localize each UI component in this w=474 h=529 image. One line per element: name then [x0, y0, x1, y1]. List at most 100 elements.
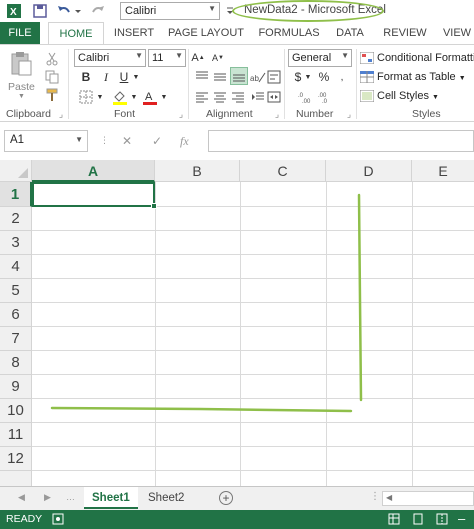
tab-review[interactable]: REVIEW: [380, 22, 430, 44]
chevron-down-icon[interactable]: ▼: [96, 89, 104, 105]
save-icon[interactable]: [32, 3, 48, 19]
row-header-8[interactable]: 8: [0, 351, 32, 375]
align-right-icon[interactable]: [230, 89, 246, 105]
orientation-icon[interactable]: ab: [250, 69, 266, 85]
fill-color-icon[interactable]: [112, 89, 128, 105]
select-all-button[interactable]: [0, 160, 32, 182]
underline-button[interactable]: U: [116, 69, 132, 85]
align-bottom-icon[interactable]: [230, 67, 248, 85]
insert-function-icon[interactable]: fx: [180, 134, 189, 149]
chevron-down-icon: ▼: [208, 4, 216, 13]
copy-icon[interactable]: [44, 69, 60, 85]
formula-bar-grip-icon: ⋮: [100, 135, 109, 145]
prev-sheet-icon[interactable]: ◀: [18, 492, 25, 503]
percent-button[interactable]: %: [316, 69, 332, 85]
shrink-font-icon[interactable]: A ▼: [210, 50, 226, 66]
tab-file[interactable]: FILE: [0, 22, 40, 44]
align-left-icon[interactable]: [194, 89, 210, 105]
row-header-4[interactable]: 4: [0, 255, 32, 279]
tab-insert[interactable]: INSERT: [110, 22, 158, 44]
dialog-launcher-icon[interactable]: ⌟: [56, 108, 66, 120]
cell-styles-button[interactable]: Cell Styles ▼: [360, 88, 439, 104]
redo-icon[interactable]: [90, 3, 106, 19]
grow-font-icon[interactable]: A ▲: [190, 50, 206, 66]
row-header-11[interactable]: 11: [0, 423, 32, 447]
tab-view[interactable]: VIEW: [440, 22, 474, 44]
column-header-e[interactable]: E: [412, 160, 474, 182]
tab-data[interactable]: DATA: [330, 22, 370, 44]
formula-bar: A1 ▼ ⋮ ✕ ✓ fx: [0, 122, 474, 160]
wrap-text-icon[interactable]: [266, 69, 282, 85]
row-header-6[interactable]: 6: [0, 303, 32, 327]
fill-handle[interactable]: [151, 203, 157, 209]
dialog-launcher-icon[interactable]: ⌟: [344, 108, 354, 120]
tab-home[interactable]: HOME: [48, 22, 104, 45]
increase-decimal-icon[interactable]: .0.00: [298, 89, 314, 105]
macro-record-icon[interactable]: [52, 513, 64, 525]
qat-font-box[interactable]: Calibri ▼: [120, 2, 220, 20]
decrease-decimal-icon[interactable]: .00.0: [318, 89, 334, 105]
conditional-formatting-button[interactable]: Conditional Formatting: [360, 50, 474, 66]
sheet-tab-sheet1[interactable]: Sheet1: [84, 487, 138, 509]
column-header-b[interactable]: B: [155, 160, 240, 182]
align-middle-icon[interactable]: [212, 69, 228, 85]
merge-center-icon[interactable]: [266, 89, 282, 105]
scroll-left-icon[interactable]: ◀: [386, 493, 392, 502]
add-sheet-icon[interactable]: +: [219, 491, 233, 505]
tab-page-layout[interactable]: PAGE LAYOUT: [166, 22, 246, 44]
tab-formulas[interactable]: FORMULAS: [254, 22, 324, 44]
page-break-view-icon[interactable]: [436, 513, 448, 525]
align-center-icon[interactable]: [212, 89, 228, 105]
font-name-box[interactable]: Calibri ▼: [74, 49, 146, 67]
tab-split-grip-icon[interactable]: ⋮: [370, 491, 380, 502]
chevron-down-icon[interactable]: ▼: [130, 89, 138, 105]
font-color-icon[interactable]: A: [142, 89, 158, 105]
column-header-c[interactable]: C: [240, 160, 326, 182]
chevron-down-icon[interactable]: ▼: [304, 69, 312, 85]
number-format-box[interactable]: General ▼: [288, 49, 352, 67]
cancel-icon[interactable]: ✕: [122, 134, 132, 148]
name-box[interactable]: A1 ▼: [4, 130, 88, 152]
group-divider: [188, 49, 189, 119]
horizontal-scrollbar[interactable]: ◀: [382, 491, 474, 506]
formula-input[interactable]: [208, 130, 474, 152]
row-header-5[interactable]: 5: [0, 279, 32, 303]
dialog-launcher-icon[interactable]: ⌟: [272, 108, 282, 120]
row-header-9[interactable]: 9: [0, 375, 32, 399]
chevron-down-icon[interactable]: ▼: [132, 69, 140, 85]
align-top-icon[interactable]: [194, 69, 210, 85]
comma-style-icon[interactable]: ,: [334, 69, 350, 85]
bold-button[interactable]: B: [78, 69, 94, 85]
more-sheets-icon[interactable]: …: [66, 492, 75, 502]
cut-icon[interactable]: [44, 51, 60, 67]
italic-button[interactable]: I: [98, 69, 114, 85]
sheet-tab-sheet2[interactable]: Sheet2: [140, 487, 192, 509]
row-header-10[interactable]: 10: [0, 399, 32, 423]
row-header-3[interactable]: 3: [0, 231, 32, 255]
undo-icon[interactable]: [56, 3, 72, 19]
active-cell-a1[interactable]: [32, 182, 155, 207]
row-header-13[interactable]: [0, 471, 32, 486]
normal-view-icon[interactable]: [388, 513, 400, 525]
borders-icon[interactable]: [78, 89, 94, 105]
indent-icon[interactable]: [250, 89, 266, 105]
font-size-box[interactable]: 11 ▼: [148, 49, 186, 67]
column-header-a[interactable]: A: [32, 160, 155, 182]
undo-dropdown-icon[interactable]: [74, 3, 82, 19]
format-painter-icon[interactable]: [44, 87, 60, 103]
next-sheet-icon[interactable]: ▶: [44, 492, 51, 503]
row-header-1[interactable]: 1: [0, 182, 32, 207]
dialog-launcher-icon[interactable]: ⌟: [176, 108, 186, 120]
format-as-table-button[interactable]: Format as Table ▼: [360, 69, 466, 85]
chevron-down-icon[interactable]: ▼: [160, 89, 168, 105]
row-header-7[interactable]: 7: [0, 327, 32, 351]
gridline: [32, 278, 474, 279]
page-layout-view-icon[interactable]: [412, 513, 424, 525]
row-header-2[interactable]: 2: [0, 207, 32, 231]
gridline: [240, 182, 241, 486]
zoom-out-button[interactable]: –: [458, 511, 465, 526]
row-header-12[interactable]: 12: [0, 447, 32, 471]
enter-icon[interactable]: ✓: [152, 134, 162, 148]
column-header-d[interactable]: D: [326, 160, 412, 182]
paste-button[interactable]: Paste ▼: [6, 51, 36, 101]
